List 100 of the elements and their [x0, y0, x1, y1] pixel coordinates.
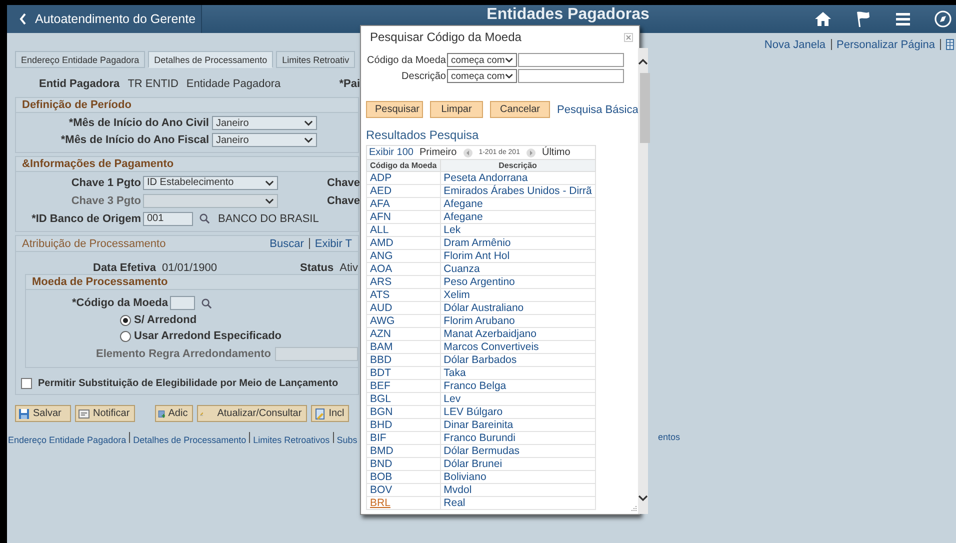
compass-icon[interactable] [934, 10, 952, 28]
table-cell[interactable]: ARS [366, 276, 440, 288]
link[interactable]: Exibir T [314, 238, 352, 250]
table-cell[interactable]: ALL [366, 224, 440, 236]
tab[interactable]: Endereço Entidade Pagadora [15, 51, 146, 68]
close-icon[interactable] [624, 32, 633, 42]
table-cell[interactable]: ANG [366, 250, 440, 262]
table-cell[interactable]: AOA [366, 262, 440, 276]
table-cell[interactable]: Florim Arubano [440, 314, 596, 328]
input-field[interactable] [518, 69, 624, 83]
table-cell[interactable]: Franco Belga [440, 380, 596, 392]
radio-button[interactable] [120, 314, 131, 326]
table-cell[interactable]: AFN [366, 210, 440, 224]
link[interactable]: Buscar [270, 238, 304, 250]
link[interactable]: Pesquisa Básica [557, 104, 638, 116]
table-cell[interactable]: Manat Azerbaidjano [440, 328, 596, 340]
scrollbar[interactable] [638, 48, 648, 514]
table-cell[interactable]: Afegane [440, 210, 596, 224]
table-cell[interactable]: BOB [366, 470, 440, 484]
table-cell[interactable]: Peseta Andorrana [440, 172, 596, 184]
table-cell[interactable]: Dinar Bareinita [440, 418, 596, 432]
input-field[interactable]: 001 [143, 212, 193, 226]
search-icon[interactable] [199, 213, 210, 224]
table-cell[interactable]: ATS [366, 288, 440, 302]
table-cell[interactable]: BHD [366, 418, 440, 432]
table-cell[interactable]: BRL [366, 496, 440, 510]
table-cell[interactable]: ADP [366, 172, 440, 184]
dropdown[interactable]: começa com [447, 69, 517, 83]
dropdown[interactable]: começa com [447, 53, 517, 67]
radio-button[interactable] [120, 330, 131, 342]
table-cell[interactable]: AZN [366, 328, 440, 340]
search-icon[interactable] [200, 298, 212, 308]
table-cell[interactable]: Florim Ant Hol [440, 250, 596, 262]
table-cell[interactable]: BOV [366, 484, 440, 496]
table-cell[interactable]: BDT [366, 366, 440, 380]
resize-grip-icon[interactable] [630, 505, 637, 512]
table-cell[interactable]: Dólar Brunei [440, 458, 596, 470]
table-cell[interactable]: Real [440, 496, 596, 510]
table-cell[interactable]: BND [366, 458, 440, 470]
table-cell[interactable]: Emirados Árabes Unidos - Dirrã [440, 184, 596, 198]
table-cell[interactable]: AUD [366, 302, 440, 314]
dialog-button[interactable]: Cancelar [490, 101, 550, 118]
table-cell[interactable]: Lek [440, 224, 596, 236]
table-cell[interactable]: Xelim [440, 288, 596, 302]
tab[interactable]: Detalhes de Processamento [148, 51, 274, 68]
table-cell[interactable]: Dólar Australiano [440, 302, 596, 314]
table-cell[interactable]: BAM [366, 340, 440, 354]
table-cell[interactable]: BBD [366, 354, 440, 366]
input-field[interactable] [518, 53, 624, 67]
scrollbar-thumb[interactable] [640, 73, 650, 143]
link[interactable]: Subs [336, 435, 358, 445]
link[interactable]: Nova Janela [764, 38, 826, 50]
action-button[interactable]: Notificar [75, 405, 135, 422]
checkbox[interactable] [21, 378, 32, 389]
table-cell[interactable]: AMD [366, 236, 440, 250]
input-field[interactable] [275, 347, 358, 361]
action-button[interactable]: Incl [310, 405, 350, 422]
action-button[interactable]: Salvar [15, 405, 71, 422]
table-cell[interactable]: Cuanza [440, 262, 596, 276]
dropdown[interactable]: Janeiro [212, 133, 317, 147]
table-cell[interactable]: Boliviano [440, 470, 596, 484]
table-cell[interactable]: Taka [440, 366, 596, 380]
action-button[interactable]: Adic [154, 405, 193, 422]
dropdown[interactable]: ID Estabelecimento [143, 176, 278, 190]
table-cell[interactable]: Afegane [440, 198, 596, 210]
link[interactable]: Exibir 100 [369, 147, 414, 158]
table-cell[interactable]: BGL [366, 392, 440, 406]
back-button[interactable]: Autoatendimento do Gerente [7, 5, 202, 33]
menu-icon[interactable] [894, 10, 912, 28]
previous-icon[interactable] [462, 148, 473, 158]
dropdown[interactable]: Janeiro [212, 116, 317, 130]
table-cell[interactable]: Franco Burundi [440, 432, 596, 444]
table-cell[interactable]: BMD [366, 444, 440, 458]
table-cell[interactable]: Dólar Barbados [440, 354, 596, 366]
flag-icon[interactable] [854, 10, 872, 28]
grid-icon[interactable] [946, 39, 954, 50]
table-cell[interactable]: Lev [440, 392, 596, 406]
input-field[interactable] [170, 296, 195, 310]
table-cell[interactable]: Marcos Convertiveis [440, 340, 596, 354]
table-cell[interactable]: Mvdol [440, 484, 596, 496]
link[interactable]: Endereço Entidade Pagadora [8, 435, 126, 445]
action-button[interactable]: Atualizar/Consultar [196, 405, 307, 422]
link[interactable]: entos [658, 432, 680, 445]
dialog-button[interactable]: Pesquisar [366, 101, 423, 118]
dialog-button[interactable]: Limpar [430, 101, 483, 118]
link[interactable]: Limites Retroativos [253, 435, 330, 445]
table-cell[interactable]: BIF [366, 432, 440, 444]
next-icon[interactable] [526, 148, 536, 158]
table-cell[interactable]: Dólar Bermudas [440, 444, 596, 458]
table-cell[interactable]: Dram Armênio [440, 236, 596, 250]
link[interactable]: Personalizar Página [836, 38, 935, 50]
table-cell[interactable]: LEV Búlgaro [440, 406, 596, 418]
table-cell[interactable]: BGN [366, 406, 440, 418]
link[interactable]: Detalhes de Processamento [133, 435, 246, 445]
table-cell[interactable]: AWG [366, 314, 440, 328]
table-cell[interactable]: BEF [366, 380, 440, 392]
table-cell[interactable]: AED [366, 184, 440, 198]
table-cell[interactable]: Peso Argentino [440, 276, 596, 288]
home-icon[interactable] [814, 10, 832, 28]
tab[interactable]: Limites Retroativ [276, 51, 356, 68]
